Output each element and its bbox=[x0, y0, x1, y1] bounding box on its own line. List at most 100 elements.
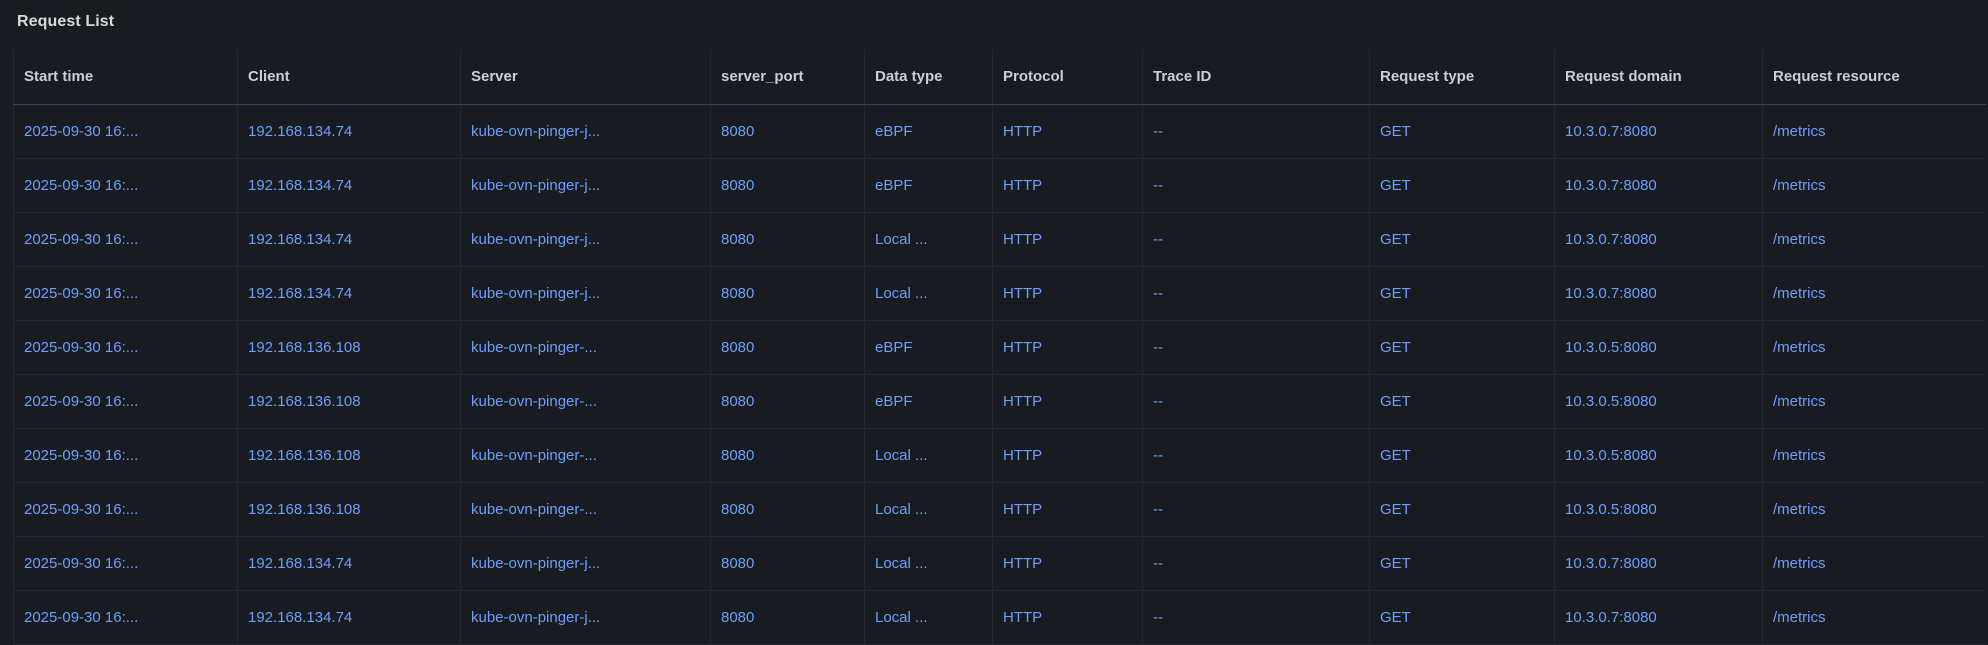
cell-client[interactable]: 192.168.136.108 bbox=[238, 482, 461, 536]
cell-request-resource[interactable]: /metrics bbox=[1763, 320, 1986, 374]
cell-server-port[interactable]: 8080 bbox=[711, 590, 865, 644]
cell-client[interactable]: 192.168.134.74 bbox=[238, 266, 461, 320]
cell-server-port[interactable]: 8080 bbox=[711, 536, 865, 590]
cell-request-resource[interactable]: /metrics bbox=[1763, 374, 1986, 428]
cell-data-type[interactable]: eBPF bbox=[865, 320, 993, 374]
cell-server[interactable]: kube-ovn-pinger-j... bbox=[461, 212, 711, 266]
cell-server[interactable]: kube-ovn-pinger-j... bbox=[461, 536, 711, 590]
cell-server[interactable]: kube-ovn-pinger-j... bbox=[461, 158, 711, 212]
cell-start-time[interactable]: 2025-09-30 16:... bbox=[14, 536, 238, 590]
cell-data-type[interactable]: Local ... bbox=[865, 590, 993, 644]
cell-request-type[interactable]: GET bbox=[1370, 482, 1555, 536]
column-header-request-type[interactable]: Request type bbox=[1370, 50, 1555, 104]
cell-request-domain[interactable]: 10.3.0.7:8080 bbox=[1555, 212, 1763, 266]
cell-protocol[interactable]: HTTP bbox=[993, 428, 1143, 482]
cell-request-type[interactable]: GET bbox=[1370, 590, 1555, 644]
cell-start-time[interactable]: 2025-09-30 16:... bbox=[14, 104, 238, 158]
cell-request-domain[interactable]: 10.3.0.7:8080 bbox=[1555, 158, 1763, 212]
cell-protocol[interactable]: HTTP bbox=[993, 266, 1143, 320]
column-header-server-port[interactable]: server_port bbox=[711, 50, 865, 104]
cell-protocol[interactable]: HTTP bbox=[993, 104, 1143, 158]
column-header-protocol[interactable]: Protocol bbox=[993, 50, 1143, 104]
cell-client[interactable]: 192.168.136.108 bbox=[238, 428, 461, 482]
cell-request-resource[interactable]: /metrics bbox=[1763, 590, 1986, 644]
cell-protocol[interactable]: HTTP bbox=[993, 158, 1143, 212]
cell-protocol[interactable]: HTTP bbox=[993, 374, 1143, 428]
cell-protocol[interactable]: HTTP bbox=[993, 482, 1143, 536]
cell-client[interactable]: 192.168.134.74 bbox=[238, 536, 461, 590]
cell-request-domain[interactable]: 10.3.0.7:8080 bbox=[1555, 590, 1763, 644]
cell-data-type[interactable]: eBPF bbox=[865, 104, 993, 158]
cell-server[interactable]: kube-ovn-pinger-j... bbox=[461, 266, 711, 320]
cell-server[interactable]: kube-ovn-pinger-... bbox=[461, 482, 711, 536]
cell-start-time[interactable]: 2025-09-30 16:... bbox=[14, 158, 238, 212]
cell-trace-id[interactable]: -- bbox=[1143, 482, 1370, 536]
cell-server-port[interactable]: 8080 bbox=[711, 266, 865, 320]
cell-trace-id[interactable]: -- bbox=[1143, 428, 1370, 482]
column-header-request-domain[interactable]: Request domain bbox=[1555, 50, 1763, 104]
cell-request-type[interactable]: GET bbox=[1370, 374, 1555, 428]
column-header-data-type[interactable]: Data type bbox=[865, 50, 993, 104]
cell-start-time[interactable]: 2025-09-30 16:... bbox=[14, 482, 238, 536]
cell-start-time[interactable]: 2025-09-30 16:... bbox=[14, 266, 238, 320]
cell-server-port[interactable]: 8080 bbox=[711, 320, 865, 374]
cell-request-resource[interactable]: /metrics bbox=[1763, 428, 1986, 482]
cell-request-resource[interactable]: /metrics bbox=[1763, 266, 1986, 320]
cell-client[interactable]: 192.168.136.108 bbox=[238, 374, 461, 428]
cell-client[interactable]: 192.168.136.108 bbox=[238, 320, 461, 374]
cell-request-resource[interactable]: /metrics bbox=[1763, 158, 1986, 212]
cell-request-domain[interactable]: 10.3.0.7:8080 bbox=[1555, 266, 1763, 320]
cell-server-port[interactable]: 8080 bbox=[711, 482, 865, 536]
cell-data-type[interactable]: Local ... bbox=[865, 266, 993, 320]
column-header-server[interactable]: Server bbox=[461, 50, 711, 104]
cell-request-resource[interactable]: /metrics bbox=[1763, 212, 1986, 266]
cell-request-domain[interactable]: 10.3.0.5:8080 bbox=[1555, 320, 1763, 374]
column-header-client[interactable]: Client bbox=[238, 50, 461, 104]
cell-data-type[interactable]: Local ... bbox=[865, 428, 993, 482]
cell-trace-id[interactable]: -- bbox=[1143, 536, 1370, 590]
cell-trace-id[interactable]: -- bbox=[1143, 212, 1370, 266]
cell-start-time[interactable]: 2025-09-30 16:... bbox=[14, 212, 238, 266]
cell-data-type[interactable]: Local ... bbox=[865, 536, 993, 590]
cell-trace-id[interactable]: -- bbox=[1143, 374, 1370, 428]
cell-client[interactable]: 192.168.134.74 bbox=[238, 590, 461, 644]
cell-protocol[interactable]: HTTP bbox=[993, 536, 1143, 590]
cell-request-domain[interactable]: 10.3.0.7:8080 bbox=[1555, 104, 1763, 158]
cell-data-type[interactable]: eBPF bbox=[865, 158, 993, 212]
cell-request-type[interactable]: GET bbox=[1370, 536, 1555, 590]
cell-request-resource[interactable]: /metrics bbox=[1763, 536, 1986, 590]
cell-request-resource[interactable]: /metrics bbox=[1763, 482, 1986, 536]
cell-data-type[interactable]: eBPF bbox=[865, 374, 993, 428]
cell-server[interactable]: kube-ovn-pinger-... bbox=[461, 374, 711, 428]
cell-request-type[interactable]: GET bbox=[1370, 104, 1555, 158]
cell-trace-id[interactable]: -- bbox=[1143, 320, 1370, 374]
cell-trace-id[interactable]: -- bbox=[1143, 158, 1370, 212]
cell-server-port[interactable]: 8080 bbox=[711, 212, 865, 266]
cell-request-domain[interactable]: 10.3.0.5:8080 bbox=[1555, 428, 1763, 482]
cell-server-port[interactable]: 8080 bbox=[711, 428, 865, 482]
cell-request-type[interactable]: GET bbox=[1370, 212, 1555, 266]
cell-trace-id[interactable]: -- bbox=[1143, 266, 1370, 320]
cell-trace-id[interactable]: -- bbox=[1143, 590, 1370, 644]
cell-server-port[interactable]: 8080 bbox=[711, 158, 865, 212]
cell-server[interactable]: kube-ovn-pinger-... bbox=[461, 428, 711, 482]
cell-server[interactable]: kube-ovn-pinger-... bbox=[461, 320, 711, 374]
column-header-request-resource[interactable]: Request resource bbox=[1763, 50, 1986, 104]
cell-start-time[interactable]: 2025-09-30 16:... bbox=[14, 590, 238, 644]
cell-protocol[interactable]: HTTP bbox=[993, 320, 1143, 374]
cell-data-type[interactable]: Local ... bbox=[865, 212, 993, 266]
cell-request-type[interactable]: GET bbox=[1370, 320, 1555, 374]
cell-protocol[interactable]: HTTP bbox=[993, 212, 1143, 266]
cell-request-domain[interactable]: 10.3.0.5:8080 bbox=[1555, 482, 1763, 536]
cell-client[interactable]: 192.168.134.74 bbox=[238, 104, 461, 158]
cell-server[interactable]: kube-ovn-pinger-j... bbox=[461, 590, 711, 644]
cell-server-port[interactable]: 8080 bbox=[711, 104, 865, 158]
cell-request-domain[interactable]: 10.3.0.7:8080 bbox=[1555, 536, 1763, 590]
cell-protocol[interactable]: HTTP bbox=[993, 590, 1143, 644]
cell-data-type[interactable]: Local ... bbox=[865, 482, 993, 536]
cell-start-time[interactable]: 2025-09-30 16:... bbox=[14, 428, 238, 482]
cell-server[interactable]: kube-ovn-pinger-j... bbox=[461, 104, 711, 158]
cell-request-type[interactable]: GET bbox=[1370, 428, 1555, 482]
cell-start-time[interactable]: 2025-09-30 16:... bbox=[14, 320, 238, 374]
cell-request-type[interactable]: GET bbox=[1370, 266, 1555, 320]
